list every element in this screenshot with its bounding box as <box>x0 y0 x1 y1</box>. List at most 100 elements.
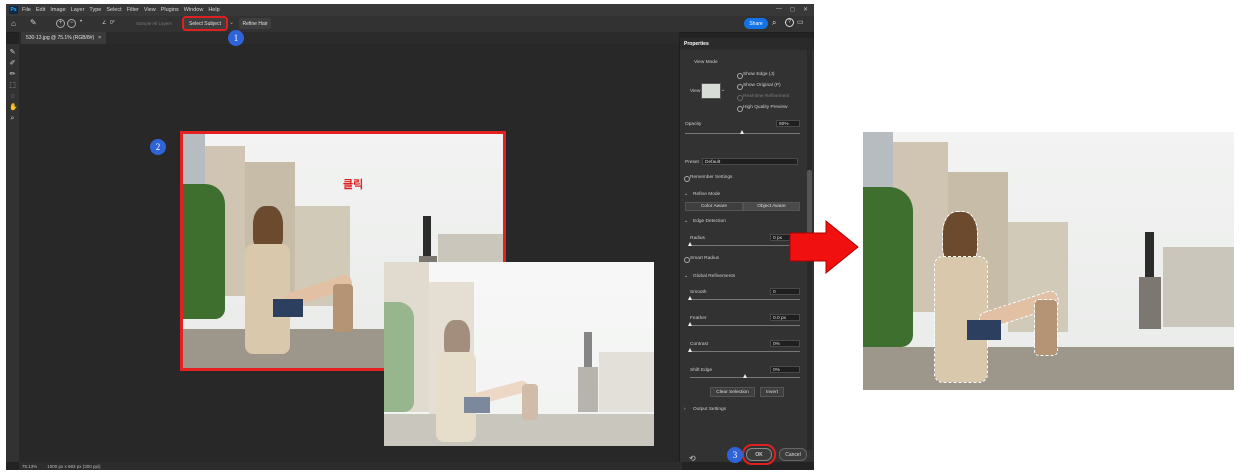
smooth-slider-knob[interactable] <box>688 296 692 300</box>
clear-selection-button[interactable]: Clear Selection <box>710 387 755 397</box>
real-time-label: Real-time Refinement <box>743 94 790 99</box>
opacity-field[interactable]: 50% <box>776 120 800 127</box>
feather-label: Feather <box>690 316 707 321</box>
menu-help[interactable]: Help <box>208 7 219 13</box>
smooth-label: Smooth <box>690 290 707 295</box>
menu-plugins[interactable]: Plugins <box>161 7 179 13</box>
quick-selection-tool-icon[interactable]: ✐ <box>9 60 16 67</box>
red-arrow-icon <box>789 219 859 275</box>
status-bar: 75.13% 1000 px x 683 px (300 ppi) <box>19 462 682 470</box>
shift-edge-field[interactable]: 0% <box>770 366 800 373</box>
menu-bar: Ps File Edit Image Layer Type Select Fil… <box>6 4 814 16</box>
add-to-selection-icon[interactable]: + <box>56 19 65 28</box>
step-badge-1: 1 <box>228 30 244 46</box>
contrast-slider-knob[interactable] <box>688 348 692 352</box>
output-settings-chevron-icon[interactable]: › <box>684 407 686 412</box>
global-refinements-label: Global Refinements <box>693 274 736 279</box>
select-subject-button[interactable]: Select Subject <box>182 16 228 31</box>
edge-detection-label: Edge Detection <box>693 219 726 224</box>
menu-window[interactable]: Window <box>184 7 204 13</box>
view-label: View <box>690 89 701 94</box>
hand-tool-icon[interactable]: ✋ <box>9 104 18 111</box>
view-dropdown-icon[interactable]: ⌄ <box>721 87 725 93</box>
object-aware-button[interactable]: Object Aware <box>743 202 800 211</box>
contrast-label: Contrast <box>690 342 709 347</box>
color-aware-button[interactable]: Color Aware <box>685 202 743 211</box>
contrast-field[interactable]: 0% <box>770 340 800 347</box>
help-icon[interactable]: ? <box>785 18 794 27</box>
lasso-tool-icon[interactable]: ◌ <box>9 93 16 100</box>
menu-layer[interactable]: Layer <box>71 7 85 13</box>
step-badge-3: 3 <box>727 447 743 463</box>
mask-preview-image <box>384 262 654 446</box>
shift-edge-label: Shift Edge <box>690 368 713 373</box>
ok-button[interactable]: OK <box>742 444 776 465</box>
zoom-level[interactable]: 75.13% <box>22 464 37 469</box>
document-tab-bar: 530-13.jpg @ 75.1% (RGB/8#) × <box>19 32 679 44</box>
radius-slider[interactable] <box>690 245 800 246</box>
smart-radius-label: Smart Radius <box>690 256 720 261</box>
menu-view[interactable]: View <box>144 7 156 13</box>
menu-type[interactable]: Type <box>89 7 101 13</box>
remember-settings-label: Remember Settings <box>690 175 733 180</box>
refine-mode-chevron-icon[interactable]: ⌄ <box>684 192 688 197</box>
object-selection-tool-icon[interactable]: ⬚ <box>9 82 16 89</box>
brush-size-icon[interactable]: • <box>80 19 82 25</box>
result-image <box>863 132 1234 390</box>
radius-slider-knob[interactable] <box>688 242 692 246</box>
refine-hair-button[interactable]: Refine Hair <box>239 18 271 29</box>
angle-icon: ∠ <box>102 20 107 26</box>
reset-icon[interactable]: ⟲ <box>689 454 696 463</box>
menu-select[interactable]: Select <box>106 7 121 13</box>
contrast-slider[interactable] <box>690 351 800 352</box>
radius-label: Radius <box>690 236 705 241</box>
close-tab-icon[interactable]: × <box>98 35 101 41</box>
smooth-slider[interactable] <box>690 299 800 300</box>
smooth-field[interactable]: 0 <box>770 288 800 295</box>
opacity-slider-knob[interactable] <box>740 130 744 134</box>
document-tab[interactable]: 530-13.jpg @ 75.1% (RGB/8#) × <box>21 32 107 44</box>
select-subject-dropdown-icon[interactable]: ⌄ <box>229 19 234 26</box>
feather-slider-knob[interactable] <box>688 322 692 326</box>
view-mode-label: View Mode <box>694 60 718 65</box>
refine-mode-label: Refine Mode <box>693 192 721 197</box>
zoom-tool-icon[interactable]: ⌕ <box>9 115 16 122</box>
menu-edit[interactable]: Edit <box>36 7 45 13</box>
preset-select[interactable]: Default <box>702 158 798 165</box>
opacity-label: Opacity <box>685 122 702 127</box>
click-label: 클릭 <box>343 179 364 191</box>
shift-edge-slider-knob[interactable] <box>743 374 747 378</box>
brush-tool-icon[interactable]: ✎ <box>9 49 16 56</box>
minimize-icon[interactable]: — <box>776 6 782 13</box>
refine-edge-brush-icon[interactable]: ✏ <box>9 71 16 78</box>
subtract-from-selection-icon[interactable]: − <box>67 19 76 28</box>
sample-all-layers-checkbox[interactable]: Sample All Layers <box>136 21 172 26</box>
document-tab-title: 530-13.jpg @ 75.1% (RGB/8#) <box>26 35 95 41</box>
share-button[interactable]: Share <box>744 18 768 29</box>
view-thumbnail[interactable] <box>701 83 721 99</box>
global-refinements-chevron-icon[interactable]: ⌄ <box>684 274 688 279</box>
window-controls: — ◻ ✕ <box>776 6 808 13</box>
menu-image[interactable]: Image <box>50 7 65 13</box>
properties-title: Properties <box>680 38 814 50</box>
edge-detection-chevron-icon[interactable]: ⌄ <box>684 219 688 224</box>
show-edge-label: Show Edge (J) <box>743 72 775 77</box>
cancel-button[interactable]: Cancel <box>779 448 807 461</box>
menu-file[interactable]: File <box>22 7 31 13</box>
angle-value[interactable]: 0° <box>110 20 115 26</box>
quick-selection-brush-icon[interactable]: ✎ <box>30 18 37 27</box>
high-quality-label: High Quality Preview <box>743 105 788 110</box>
workspace-icon[interactable]: ▭ <box>797 18 804 26</box>
close-icon[interactable]: ✕ <box>803 6 808 13</box>
feather-field[interactable]: 0.0 px <box>770 314 800 321</box>
step-badge-2: 2 <box>150 139 166 155</box>
invert-button[interactable]: Invert <box>760 387 784 397</box>
home-icon[interactable]: ⌂ <box>11 19 16 28</box>
options-bar: ⌂ ✎ + − • ∠ 0° Sample All Layers Select … <box>6 16 814 33</box>
search-icon[interactable]: ⌕ <box>772 18 776 28</box>
show-original-label: Show Original (P) <box>743 83 781 88</box>
tools-panel: ✎ ✐ ✏ ⬚ ◌ ✋ ⌕ <box>6 44 19 462</box>
restore-icon[interactable]: ◻ <box>790 6 795 13</box>
menu-filter[interactable]: Filter <box>127 7 139 13</box>
feather-slider[interactable] <box>690 325 800 326</box>
